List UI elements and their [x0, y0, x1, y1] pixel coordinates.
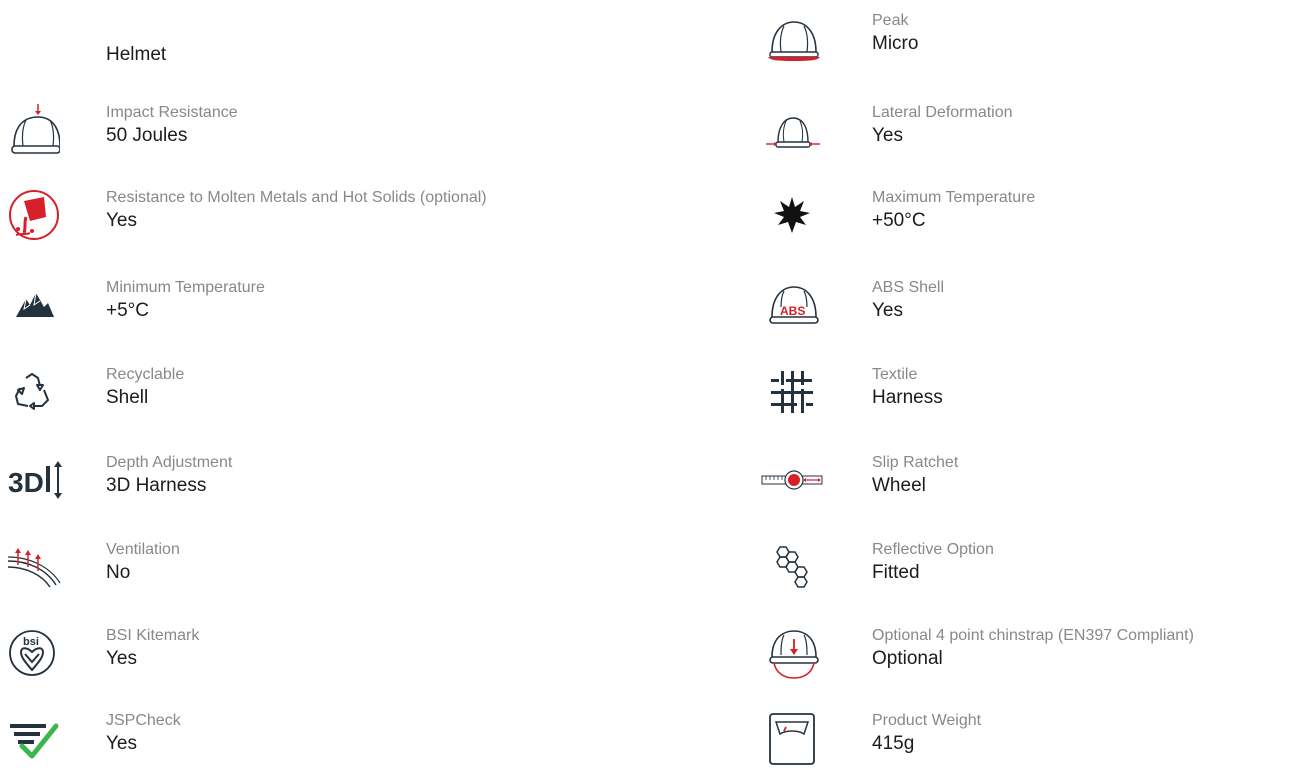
product-type-title: Helmet — [106, 44, 167, 65]
spec-label: Ventilation — [106, 541, 180, 558]
hexagon-icon — [760, 539, 824, 595]
spec-value: Optional — [872, 648, 943, 669]
spec-value: Harness — [872, 387, 943, 408]
spec-value: Yes — [106, 733, 137, 754]
spec-chinstrap: Optional 4 point chinstrap (EN397 Compli… — [760, 625, 1313, 685]
spec-textile: Textile Harness — [760, 364, 1313, 424]
spec-label: Resistance to Molten Metals and Hot Soli… — [106, 189, 487, 206]
spec-ventilation: Ventilation No — [0, 539, 700, 599]
spec-jspcheck: JSPCheck Yes — [0, 710, 700, 770]
abs-icon-text: ABS — [780, 304, 805, 318]
spec-lateral-deformation: Lateral Deformation Yes — [760, 102, 1313, 162]
spec-label: Reflective Option — [872, 541, 994, 558]
lateral-helmet-icon — [760, 102, 824, 158]
spec-label: Lateral Deformation — [872, 104, 1013, 121]
sun-icon — [760, 187, 824, 243]
spec-bsi-kitemark: bsi BSI Kitemark Yes — [0, 625, 700, 685]
spec-recyclable: Recyclable Shell — [0, 364, 700, 424]
spec-value: +5°C — [106, 300, 149, 321]
spec-label: Maximum Temperature — [872, 189, 1036, 206]
impact-helmet-icon — [0, 102, 64, 158]
spec-product-weight: Product Weight 415g — [760, 710, 1313, 770]
spec-value: No — [106, 562, 131, 583]
spec-minimum-temperature: Minimum Temperature +5°C — [0, 277, 700, 337]
spec-label: Slip Ratchet — [872, 454, 959, 471]
spec-impact-resistance: Impact Resistance 50 Joules — [0, 102, 700, 162]
molten-metal-icon — [0, 187, 64, 243]
spec-label: JSPCheck — [106, 712, 181, 729]
bsi-icon-text: bsi — [23, 636, 39, 648]
jspcheck-icon — [0, 710, 64, 766]
textile-icon — [760, 364, 824, 420]
spec-molten-metal: Resistance to Molten Metals and Hot Soli… — [0, 187, 700, 247]
spec-value: Yes — [106, 210, 137, 231]
spec-value: 50 Joules — [106, 125, 188, 146]
chinstrap-helmet-icon — [760, 625, 824, 681]
spec-value: 415g — [872, 733, 915, 754]
spec-value: Yes — [872, 125, 903, 146]
spec-value: +50°C — [872, 210, 926, 231]
spec-value: Fitted — [872, 562, 920, 583]
spec-label: Depth Adjustment — [106, 454, 233, 471]
recycle-icon — [0, 364, 64, 420]
spec-label: Peak — [872, 12, 909, 29]
spec-label: Textile — [872, 366, 918, 383]
slip-ratchet-icon — [760, 452, 824, 508]
spec-value: Yes — [106, 648, 137, 669]
spec-label: Recyclable — [106, 366, 185, 383]
spec-reflective-option: Reflective Option Fitted — [760, 539, 1313, 599]
bsi-kitemark-icon: bsi — [0, 625, 64, 681]
abs-helmet-icon: ABS — [760, 277, 824, 333]
spec-value: Wheel — [872, 475, 926, 496]
spec-label: ABS Shell — [872, 279, 945, 296]
3d-adjust-icon: 3D — [0, 452, 64, 508]
spec-peak: Peak Micro — [760, 10, 1313, 70]
spec-label: BSI Kitemark — [106, 627, 200, 644]
peak-helmet-icon — [760, 10, 824, 66]
spec-label: Minimum Temperature — [106, 279, 265, 296]
spec-depth-adjustment: 3D Depth Adjustment 3D Harness — [0, 452, 700, 512]
spec-slip-ratchet: Slip Ratchet Wheel — [760, 452, 1313, 512]
spec-value: 3D Harness — [106, 475, 207, 496]
spec-value: Micro — [872, 33, 919, 54]
scale-icon — [760, 710, 824, 766]
spec-abs-shell: ABS ABS Shell Yes — [760, 277, 1313, 337]
spec-label: Optional 4 point chinstrap (EN397 Compli… — [872, 627, 1194, 644]
spec-maximum-temperature: Maximum Temperature +50°C — [760, 187, 1313, 247]
mountain-icon — [0, 277, 64, 333]
spec-value: Yes — [872, 300, 903, 321]
spec-label: Impact Resistance — [106, 104, 238, 121]
ventilation-icon — [0, 539, 64, 595]
spec-value: Shell — [106, 387, 149, 408]
spec-label: Product Weight — [872, 712, 982, 729]
svg-text:3D: 3D — [8, 467, 44, 498]
